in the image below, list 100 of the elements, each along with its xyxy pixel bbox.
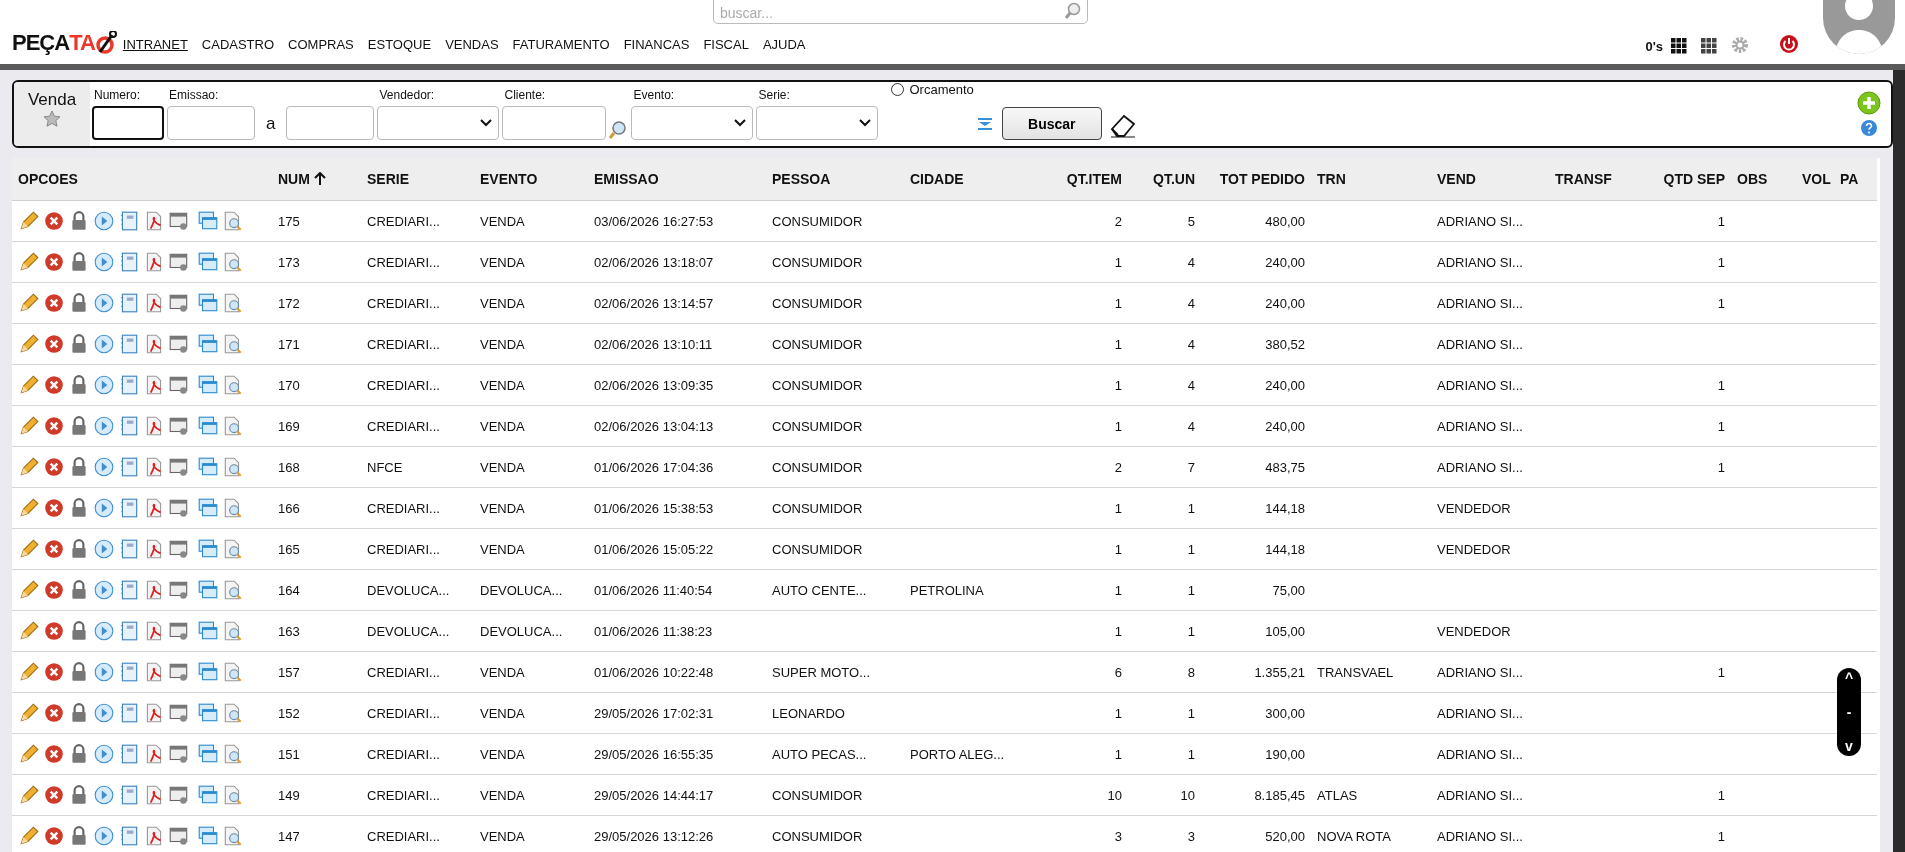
column-header[interactable]: TOT PEDIDO (1201, 158, 1311, 201)
cancel-icon[interactable] (43, 579, 65, 601)
cancel-icon[interactable] (43, 538, 65, 560)
document-search-icon[interactable] (222, 415, 244, 437)
windows-icon[interactable] (197, 702, 219, 724)
cancel-icon[interactable] (43, 333, 65, 355)
play-circle-icon[interactable] (93, 620, 115, 642)
document-search-icon[interactable] (222, 702, 244, 724)
cancel-icon[interactable] (43, 661, 65, 683)
document-search-icon[interactable] (222, 374, 244, 396)
cancel-icon[interactable] (43, 497, 65, 519)
settings-icon[interactable] (1731, 36, 1749, 54)
window-key-icon[interactable] (168, 333, 190, 355)
menu-item[interactable]: FATURAMENTO (512, 37, 610, 52)
cancel-icon[interactable] (43, 743, 65, 765)
document-search-icon[interactable] (222, 784, 244, 806)
document-search-icon[interactable] (222, 456, 244, 478)
notebook-icon[interactable] (118, 784, 140, 806)
window-key-icon[interactable] (168, 825, 190, 847)
play-circle-icon[interactable] (93, 579, 115, 601)
column-header[interactable]: SERIE (361, 158, 474, 201)
window-key-icon[interactable] (168, 292, 190, 314)
column-header[interactable]: EMISSAO (588, 158, 766, 201)
window-key-icon[interactable] (168, 456, 190, 478)
add-icon[interactable] (1857, 91, 1881, 115)
column-header[interactable]: TRANSF (1549, 158, 1656, 201)
cancel-icon[interactable] (43, 292, 65, 314)
scroll-middle-button[interactable]: - (1846, 704, 1852, 720)
menu-item[interactable]: CADASTRO (201, 37, 275, 52)
scroll-up-button[interactable]: ^ (1844, 670, 1854, 686)
play-circle-icon[interactable] (93, 456, 115, 478)
apps-grid-icon[interactable] (1701, 38, 1717, 54)
play-circle-icon[interactable] (93, 825, 115, 847)
select-field[interactable] (377, 106, 500, 140)
document-search-icon[interactable] (222, 251, 244, 273)
window-key-icon[interactable] (168, 497, 190, 519)
play-circle-icon[interactable] (93, 415, 115, 437)
eraser-icon[interactable] (1108, 112, 1137, 138)
orcamento-radio[interactable]: Orcamento (891, 82, 974, 97)
edit-pencil-icon[interactable] (18, 784, 40, 806)
help-icon[interactable] (1860, 119, 1878, 137)
play-circle-icon[interactable] (93, 743, 115, 765)
notebook-icon[interactable] (118, 743, 140, 765)
windows-icon[interactable] (197, 292, 219, 314)
cancel-icon[interactable] (43, 702, 65, 724)
document-search-icon[interactable] (222, 661, 244, 683)
window-key-icon[interactable] (168, 538, 190, 560)
document-search-icon[interactable] (222, 292, 244, 314)
menu-item[interactable]: VENDAS (445, 37, 499, 52)
edit-pencil-icon[interactable] (18, 251, 40, 273)
windows-icon[interactable] (197, 333, 219, 355)
cancel-icon[interactable] (43, 825, 65, 847)
window-key-icon[interactable] (168, 784, 190, 806)
column-header[interactable]: VEND (1431, 158, 1549, 201)
edit-pencil-icon[interactable] (18, 825, 40, 847)
search-icon[interactable] (608, 120, 629, 140)
cancel-icon[interactable] (43, 415, 65, 437)
input-field[interactable] (286, 106, 375, 140)
play-circle-icon[interactable] (93, 538, 115, 560)
windows-icon[interactable] (197, 374, 219, 396)
notebook-icon[interactable] (118, 825, 140, 847)
windows-icon[interactable] (197, 497, 219, 519)
windows-icon[interactable] (197, 251, 219, 273)
menu-item[interactable]: AJUDA (762, 37, 806, 52)
notebook-icon[interactable] (118, 702, 140, 724)
window-key-icon[interactable] (168, 620, 190, 642)
window-key-icon[interactable] (168, 374, 190, 396)
windows-icon[interactable] (197, 210, 219, 232)
notebook-icon[interactable] (118, 333, 140, 355)
column-header[interactable]: QT.ITEM (1046, 158, 1128, 201)
search-field[interactable]: buscar... (713, 0, 1088, 24)
windows-icon[interactable] (197, 620, 219, 642)
windows-icon[interactable] (197, 456, 219, 478)
windows-icon[interactable] (197, 784, 219, 806)
column-header[interactable]: QT.UN (1128, 158, 1201, 201)
collapse-icon[interactable] (976, 118, 993, 132)
cancel-icon[interactable] (43, 456, 65, 478)
edit-pencil-icon[interactable] (18, 579, 40, 601)
windows-icon[interactable] (197, 415, 219, 437)
window-key-icon[interactable] (168, 579, 190, 601)
edit-pencil-icon[interactable] (18, 374, 40, 396)
windows-icon[interactable] (197, 538, 219, 560)
avatar[interactable] (1823, 0, 1895, 54)
edit-pencil-icon[interactable] (18, 333, 40, 355)
edit-pencil-icon[interactable] (18, 210, 40, 232)
edit-pencil-icon[interactable] (18, 292, 40, 314)
notebook-icon[interactable] (118, 620, 140, 642)
column-header[interactable]: EVENTO (474, 158, 588, 201)
edit-pencil-icon[interactable] (18, 620, 40, 642)
document-search-icon[interactable] (222, 620, 244, 642)
notebook-icon[interactable] (118, 579, 140, 601)
star-icon[interactable] (43, 110, 61, 128)
notebook-icon[interactable] (118, 661, 140, 683)
window-key-icon[interactable] (168, 702, 190, 724)
notebook-icon[interactable] (118, 251, 140, 273)
edit-pencil-icon[interactable] (18, 743, 40, 765)
edit-pencil-icon[interactable] (18, 456, 40, 478)
cancel-icon[interactable] (43, 374, 65, 396)
document-search-icon[interactable] (222, 743, 244, 765)
cancel-icon[interactable] (43, 210, 65, 232)
